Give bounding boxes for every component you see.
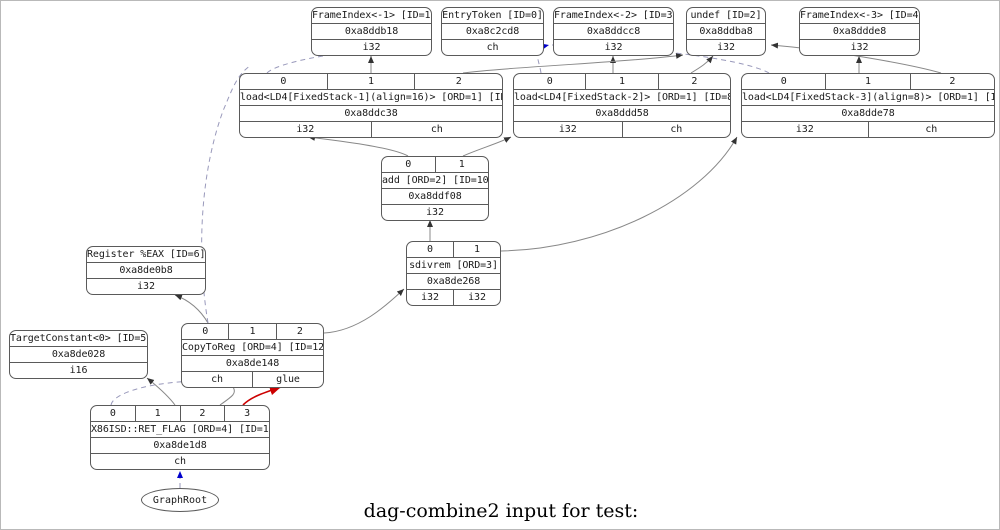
node-out-port-1[interactable]: ch <box>867 122 995 137</box>
node-in-port-1[interactable]: 1 <box>134 406 180 421</box>
node-address: 0xa8de148 <box>225 358 280 369</box>
node-address: 0xa8ddde8 <box>832 26 887 37</box>
node-title: load<LD4[FixedStack-2]> [ORD=1] [ID=8] <box>514 92 730 103</box>
node-in-port-2[interactable]: 2 <box>275 324 323 339</box>
node-in-port-1[interactable]: 1 <box>434 157 489 172</box>
node-address: 0xa8de028 <box>51 349 106 360</box>
glue-edges <box>242 385 282 406</box>
node-sdivrem[interactable]: 0 1 sdivrem [ORD=3] 0xa8de268 i32 i32 <box>406 241 501 306</box>
node-out-port-1[interactable]: ch <box>621 122 731 137</box>
node-in-port-3[interactable]: 3 <box>224 406 269 421</box>
node-address: 0xa8ddcc8 <box>586 26 641 37</box>
node-in-port-1[interactable]: 1 <box>453 242 500 257</box>
node-in-port-2[interactable]: 2 <box>179 406 225 421</box>
node-out-port-0[interactable]: i32 <box>382 205 488 220</box>
node-title: undef [ID=2] <box>690 10 762 21</box>
node-out-port-0[interactable]: ch <box>91 454 269 469</box>
node-in-port-1[interactable]: 1 <box>228 324 275 339</box>
dag-graph-canvas: FrameIndex<-1> [ID=1] 0xa8ddb18 i32 Entr… <box>0 0 1000 530</box>
node-in-port-0[interactable]: 0 <box>514 74 585 89</box>
node-out-port[interactable]: i32 <box>800 40 919 55</box>
node-title: load<LD4[FixedStack-1](align=16)> [ORD=1… <box>240 92 502 103</box>
node-title: FrameIndex<-1> [ID=1] <box>312 10 431 21</box>
node-title: add [ORD=2] [ID=10] <box>382 175 488 186</box>
node-in-port-1[interactable]: 1 <box>585 74 657 89</box>
node-address: 0xa8de1d8 <box>153 440 207 451</box>
node-out-port-0[interactable]: i32 <box>742 122 868 137</box>
node-address: 0xa8de0b8 <box>119 265 173 276</box>
node-out-port-0[interactable]: i32 <box>514 122 622 137</box>
node-load-fixedstack-3[interactable]: 0 1 2 load<LD4[FixedStack-3](align=8)> [… <box>741 73 995 138</box>
node-out-port[interactable]: ch <box>442 40 543 55</box>
node-title: FrameIndex<-3> [ID=4] <box>800 10 919 21</box>
node-address: 0xa8ddf08 <box>408 191 462 202</box>
node-address: 0xa8ddd58 <box>595 108 649 119</box>
node-out-port-1[interactable]: glue <box>252 372 323 387</box>
node-in-port-0[interactable]: 0 <box>240 74 327 89</box>
node-out-port-0[interactable]: i32 <box>407 290 453 305</box>
node-out-port-1[interactable]: i32 <box>453 290 500 305</box>
node-load-fixedstack-2[interactable]: 0 1 2 load<LD4[FixedStack-2]> [ORD=1] [I… <box>513 73 731 138</box>
node-in-port-1[interactable]: 1 <box>825 74 909 89</box>
node-graphroot[interactable]: GraphRoot <box>141 488 219 512</box>
node-in-port-0[interactable]: 0 <box>182 324 228 339</box>
node-title: EntryToken [ID=0] <box>442 10 543 21</box>
node-address: 0xa8ddc38 <box>344 108 398 119</box>
node-title: FrameIndex<-2> [ID=3] <box>554 10 673 21</box>
node-out-port-0[interactable]: i16 <box>10 363 147 378</box>
node-title: load<LD4[FixedStack-3](align=8)> [ORD=1]… <box>742 92 994 103</box>
node-frameindex2[interactable]: FrameIndex<-2> [ID=3] 0xa8ddcc8 i32 <box>553 7 674 56</box>
node-targetconstant[interactable]: TargetConstant<0> [ID=5] 0xa8de028 i16 <box>9 330 148 379</box>
node-title: Register %EAX [ID=6] <box>87 249 205 260</box>
node-address: 0xa8dde78 <box>841 108 895 119</box>
node-in-port-0[interactable]: 0 <box>382 157 435 172</box>
node-frameindex3[interactable]: FrameIndex<-3> [ID=4] 0xa8ddde8 i32 <box>799 7 920 56</box>
node-address: 0xa8de268 <box>426 276 481 287</box>
node-address: 0xa8c2cd8 <box>465 26 520 37</box>
node-frameindex1[interactable]: FrameIndex<-1> [ID=1] 0xa8ddb18 i32 <box>311 7 432 56</box>
node-entrytoken[interactable]: EntryToken [ID=0] 0xa8c2cd8 ch <box>441 7 544 56</box>
node-register-eax[interactable]: Register %EAX [ID=6] 0xa8de0b8 i32 <box>86 246 206 295</box>
node-ret-flag[interactable]: 0 1 2 3 X86ISD::RET_FLAG [ORD=4] [ID=13]… <box>90 405 270 470</box>
node-in-port-0[interactable]: 0 <box>91 406 135 421</box>
node-copytoreg[interactable]: 0 1 2 CopyToReg [ORD=4] [ID=12] 0xa8de14… <box>181 323 324 388</box>
node-title: TargetConstant<0> [ID=5] <box>10 333 147 344</box>
node-in-port-2[interactable]: 2 <box>657 74 730 89</box>
node-in-port-2[interactable]: 2 <box>909 74 994 89</box>
node-title: CopyToReg [ORD=4] [ID=12] <box>182 342 323 353</box>
node-out-port-0[interactable]: i32 <box>240 122 371 137</box>
node-add[interactable]: 0 1 add [ORD=2] [ID=10] 0xa8ddf08 i32 <box>381 156 489 221</box>
node-out-port[interactable]: i32 <box>687 40 765 55</box>
node-out-port-0[interactable]: i32 <box>87 279 205 294</box>
node-title: X86ISD::RET_FLAG [ORD=4] [ID=13] <box>91 424 269 435</box>
node-in-port-1[interactable]: 1 <box>326 74 415 89</box>
node-undef[interactable]: undef [ID=2] 0xa8ddba8 i32 <box>686 7 766 56</box>
node-out-port[interactable]: i32 <box>312 40 431 55</box>
node-in-port-0[interactable]: 0 <box>407 242 453 257</box>
node-load-fixedstack-1[interactable]: 0 1 2 load<LD4[FixedStack-1](align=16)> … <box>239 73 503 138</box>
node-out-port-0[interactable]: ch <box>182 372 252 387</box>
node-in-port-2[interactable]: 2 <box>414 74 502 89</box>
node-title: sdivrem [ORD=3] <box>409 260 498 271</box>
node-in-port-0[interactable]: 0 <box>742 74 825 89</box>
node-out-port-1[interactable]: ch <box>370 122 503 137</box>
node-out-port[interactable]: i32 <box>554 40 673 55</box>
node-address: 0xa8ddb18 <box>344 26 399 37</box>
graphroot-label: GraphRoot <box>152 495 208 506</box>
node-address: 0xa8ddba8 <box>699 26 753 37</box>
